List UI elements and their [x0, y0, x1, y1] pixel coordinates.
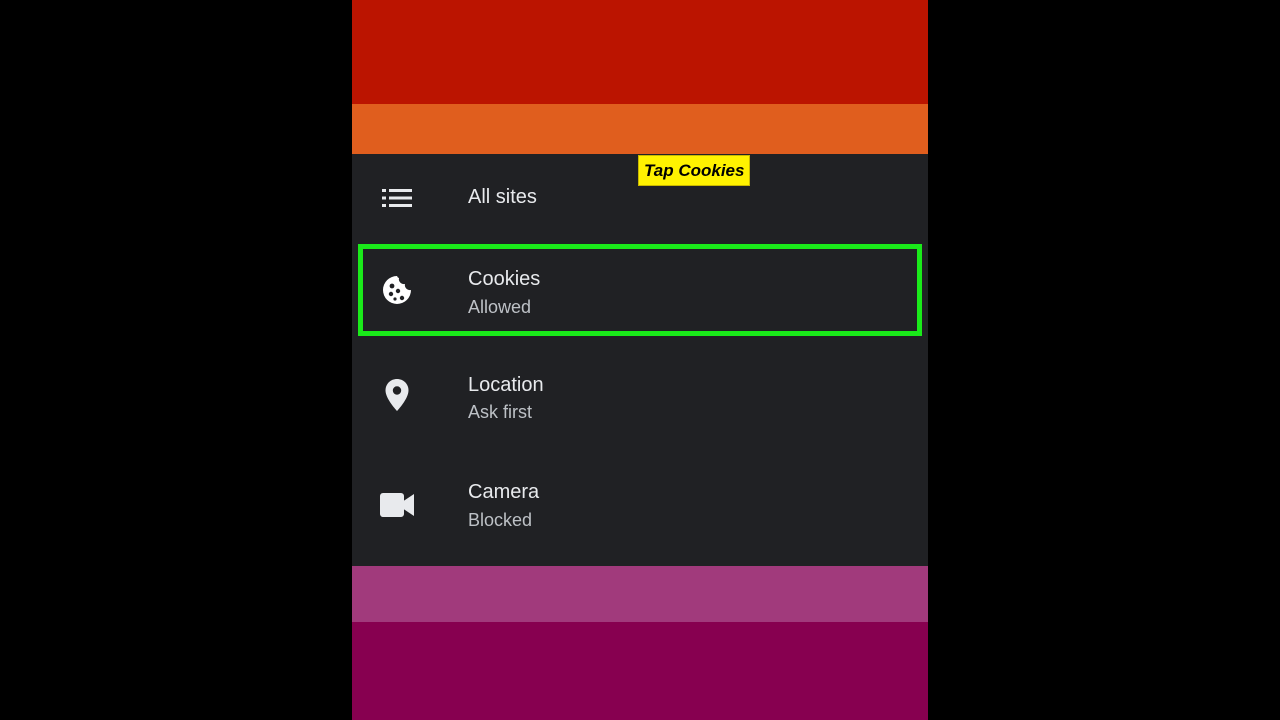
all-sites-label: All sites	[468, 186, 537, 208]
cookie-icon	[380, 273, 414, 307]
cookies-status: Allowed	[468, 297, 532, 317]
camera-row[interactable]: Camera Blocked	[352, 456, 928, 562]
list-icon	[380, 181, 414, 215]
location-status: Ask first	[468, 402, 533, 422]
location-pin-icon	[380, 378, 414, 412]
camera-label: Camera	[468, 481, 540, 503]
cookies-row[interactable]: Cookies Allowed	[352, 242, 928, 338]
camera-status: Blocked	[468, 510, 533, 530]
tap-cookies-callout: Tap Cookies	[638, 155, 751, 186]
color-band-bottom	[352, 622, 928, 720]
color-band-orange	[352, 104, 928, 154]
location-row[interactable]: Location Ask first	[352, 350, 928, 456]
cookies-label: Cookies	[468, 268, 541, 290]
color-band-pink	[352, 566, 928, 622]
location-label: Location	[468, 374, 544, 396]
site-settings-list: All sites Cookies Allowed Location Ask f…	[352, 154, 928, 566]
phone-screen: All sites Cookies Allowed Location Ask f…	[352, 0, 928, 720]
videocam-icon	[380, 488, 414, 522]
color-band-top	[352, 0, 928, 104]
